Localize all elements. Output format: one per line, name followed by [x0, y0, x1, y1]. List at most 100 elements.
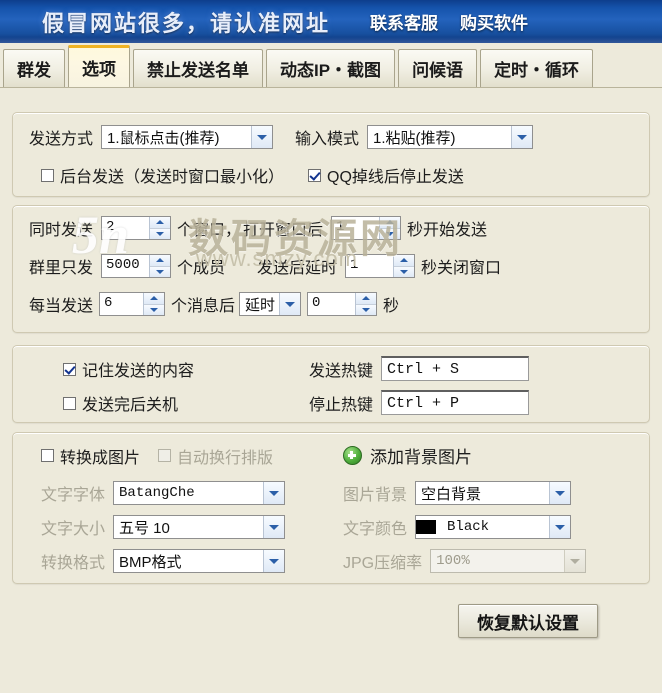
spinner-down-icon[interactable]: [150, 227, 171, 239]
every-messages-row: 每当发送 6 个消息后 延时 0 秒: [29, 292, 399, 316]
remember-content-checkbox[interactable]: 记住发送的内容: [63, 357, 194, 381]
remember-content-label: 记住发送的内容: [82, 363, 195, 380]
pause-seconds-value: 0: [312, 295, 321, 311]
spinner-buttons[interactable]: [149, 217, 171, 239]
shutdown-after-row: 发送完后关机: [63, 391, 178, 415]
spinner-buttons[interactable]: [355, 293, 377, 315]
open-delay-suffix-label: 秒开始发送: [407, 222, 488, 239]
spinner-buttons[interactable]: [143, 293, 165, 315]
chevron-down-icon[interactable]: [263, 516, 285, 538]
tab-blocklist[interactable]: 禁止发送名单: [133, 49, 263, 87]
checkbox-box: [41, 168, 54, 182]
banner-links: 联系客服 购买软件: [370, 9, 528, 34]
format-value: BMP格式: [119, 553, 182, 571]
spinner-up-icon[interactable]: [150, 255, 171, 266]
chevron-down-icon[interactable]: [549, 516, 571, 538]
pause-seconds-spinner[interactable]: 0: [307, 292, 378, 316]
jpg-quality-label: JPG压缩率: [343, 555, 423, 572]
concurrent-prefix-label: 同时发送: [29, 222, 94, 239]
tab-mass-send[interactable]: 群发: [3, 49, 65, 87]
timing-group: 同时发送 2 个窗口， 打开窗口后 1 秒开始发送 群里只发 5000 个成员 …: [12, 205, 650, 333]
concurrent-mid-label: 个窗口，: [177, 222, 242, 239]
banner-link-contact-support[interactable]: 联系客服: [370, 9, 438, 34]
checkbox-box: [41, 449, 54, 462]
send-hotkey-input[interactable]: Ctrl + S: [381, 356, 530, 381]
input-mode-combo[interactable]: 1.粘贴(推荐): [367, 125, 534, 149]
every-messages-value: 6: [104, 295, 113, 311]
jpg-quality-value: 100%: [436, 553, 470, 569]
send-method-group: 发送方式 1.鼠标点击(推荐) 输入模式 1.粘贴(推荐) 后台发送（发送时窗口…: [12, 112, 650, 197]
add-background-image-button[interactable]: 添加背景图片: [343, 443, 472, 468]
spinner-buttons[interactable]: [149, 255, 171, 277]
stop-hotkey-input[interactable]: Ctrl + P: [381, 390, 530, 415]
convert-to-image-checkbox[interactable]: 转换成图片: [41, 444, 140, 468]
shutdown-after-checkbox[interactable]: 发送完后关机: [63, 391, 178, 415]
spinner-buttons[interactable]: [393, 255, 415, 277]
spinner-down-icon[interactable]: [380, 227, 401, 239]
chevron-down-icon[interactable]: [263, 550, 285, 572]
stop-on-offline-checkbox[interactable]: QQ掉线后停止发送: [308, 163, 464, 187]
auto-wrap-label: 自动换行排版: [177, 449, 274, 467]
spinner-buttons[interactable]: [379, 217, 401, 239]
tab-options[interactable]: 选项: [68, 45, 130, 87]
format-label: 转换格式: [41, 555, 106, 572]
spinner-down-icon[interactable]: [356, 303, 377, 315]
font-color-combo[interactable]: Black: [415, 515, 572, 539]
banner-title: 假冒网站很多，请认准网址: [42, 10, 331, 36]
tab-bar: 群发 选项 禁止发送名单 动态IP・截图 问候语 定时・循环: [0, 43, 662, 88]
checkbox-box: [63, 396, 76, 410]
chevron-down-icon[interactable]: [263, 482, 285, 504]
chevron-down-icon[interactable]: [251, 126, 273, 148]
font-size-label: 文字大小: [41, 521, 106, 538]
open-delay-spinner[interactable]: 1: [331, 216, 402, 240]
send-method-combo[interactable]: 1.鼠标点击(推荐): [101, 125, 274, 149]
group-limit-prefix-label: 群里只发: [29, 260, 94, 277]
group-limit-row: 群里只发 5000 个成员 发送后延时 1 秒关闭窗口: [29, 254, 501, 278]
checkbox-box: [308, 168, 322, 182]
chevron-down-icon[interactable]: [279, 293, 301, 315]
font-combo[interactable]: BatangChe: [113, 481, 286, 505]
auto-wrap-checkbox[interactable]: 自动换行排版: [158, 444, 273, 468]
send-method-checkbox-row: 后台发送（发送时窗口最小化） QQ掉线后停止发送: [41, 163, 464, 187]
group-limit-spinner[interactable]: 5000: [101, 254, 172, 278]
spinner-up-icon[interactable]: [150, 217, 171, 228]
spinner-up-icon[interactable]: [356, 293, 377, 304]
checkbox-box: [158, 449, 172, 462]
chevron-down-icon[interactable]: [564, 550, 586, 572]
chevron-down-icon[interactable]: [511, 126, 533, 148]
close-delay-spinner[interactable]: 1: [345, 254, 416, 278]
banner-link-buy-software[interactable]: 购买软件: [460, 9, 528, 34]
image-toggle-row: 转换成图片 自动换行排版 添加背景图片: [41, 443, 472, 468]
every-messages-spinner[interactable]: 6: [99, 292, 166, 316]
font-color-value: Black: [447, 519, 490, 535]
spinner-down-icon[interactable]: [394, 265, 415, 277]
spinner-up-icon[interactable]: [380, 217, 401, 228]
spinner-up-icon[interactable]: [394, 255, 415, 266]
format-combo[interactable]: BMP格式: [113, 549, 286, 573]
close-delay-value: 1: [350, 257, 359, 273]
concurrent-windows-spinner[interactable]: 2: [101, 216, 172, 240]
close-delay-prefix-label: 发送后延时: [257, 260, 338, 277]
spinner-down-icon[interactable]: [150, 265, 171, 277]
stop-on-offline-label: QQ掉线后停止发送: [327, 169, 464, 186]
add-background-image-label: 添加背景图片: [370, 448, 473, 467]
spinner-up-icon[interactable]: [144, 293, 165, 304]
stop-hotkey-label: 停止热键: [309, 396, 374, 414]
tab-schedule-loop[interactable]: 定时・循环: [480, 49, 594, 87]
chevron-down-icon[interactable]: [549, 482, 571, 504]
group-limit-value: 5000: [106, 257, 140, 273]
tab-dynamic-ip-screenshot[interactable]: 动态IP・截图: [266, 49, 396, 87]
spinner-down-icon[interactable]: [144, 303, 165, 315]
jpg-quality-combo[interactable]: 100%: [430, 549, 587, 573]
tab-greetings[interactable]: 问候语: [398, 49, 478, 87]
font-size-combo[interactable]: 五号 10: [113, 515, 286, 539]
restore-defaults-button[interactable]: 恢复默认设置: [458, 604, 598, 638]
input-mode-value: 1.粘贴(推荐): [373, 129, 456, 147]
concurrent-windows-value: 2: [106, 219, 115, 235]
image-background-label: 图片背景: [343, 487, 408, 504]
background-send-checkbox[interactable]: 后台发送（发送时窗口最小化）: [41, 163, 284, 187]
pause-action-combo[interactable]: 延时: [239, 292, 302, 316]
font-color-row: 文字颜色 Black: [343, 515, 572, 539]
image-background-combo[interactable]: 空白背景: [415, 481, 572, 505]
hotkey-group: 记住发送的内容 发送完后关机 发送热键 Ctrl + S 停止热键 Ctrl +…: [12, 345, 650, 423]
